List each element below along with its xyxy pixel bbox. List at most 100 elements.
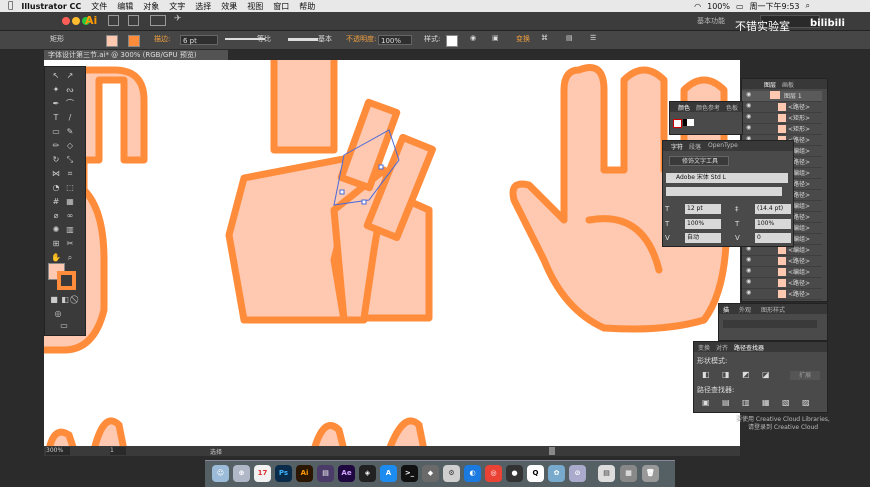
eye-icon[interactable]: ◉ xyxy=(746,91,751,98)
none-swatch[interactable] xyxy=(673,119,682,128)
style-swatch[interactable] xyxy=(446,35,458,47)
divide-icon[interactable]: ▣ xyxy=(702,398,710,407)
clock[interactable]: 周一下午9:53 xyxy=(750,1,800,12)
opacity-label[interactable]: 不透明度: xyxy=(346,34,376,44)
menu-effect[interactable]: 效果 xyxy=(221,1,237,12)
layer-row[interactable]: ◉ <矩形> xyxy=(742,124,822,135)
after-effects-icon[interactable]: Ae xyxy=(338,465,355,482)
battery-level[interactable]: 100% xyxy=(707,2,730,11)
free-transform-tool-icon[interactable]: ⌗ xyxy=(65,169,75,179)
tab-character[interactable]: 字符 xyxy=(671,142,683,151)
color-mode-icon[interactable]: ■ xyxy=(49,295,59,305)
blend-tool-icon[interactable]: ∞ xyxy=(65,211,75,221)
app-icon[interactable]: ▤ xyxy=(317,465,334,482)
finder-icon[interactable]: ☺ xyxy=(212,465,229,482)
unity-icon[interactable]: ◈ xyxy=(359,465,376,482)
menu-view[interactable]: 视图 xyxy=(247,1,263,12)
crop-icon[interactable]: ▦ xyxy=(762,398,770,407)
system-preferences-icon[interactable]: ⚙ xyxy=(443,465,460,482)
isolate-icon[interactable]: ▣ xyxy=(492,34,499,42)
layer-item-name[interactable]: <路径> xyxy=(788,278,810,287)
graph-tool-icon[interactable]: ▥ xyxy=(65,225,75,235)
screen-mode-icon[interactable]: ▭ xyxy=(59,321,69,331)
artboard-canvas[interactable] xyxy=(44,60,740,446)
outline-icon[interactable]: ▧ xyxy=(782,398,790,407)
eye-icon[interactable]: ◉ xyxy=(746,278,751,285)
exclude-icon[interactable]: ◪ xyxy=(762,370,770,379)
opacity-field[interactable]: 100% xyxy=(378,35,412,45)
layer-row[interactable]: ◉ <路径> xyxy=(742,278,822,289)
launchpad-icon[interactable]: ⊕ xyxy=(233,465,250,482)
minus-front-icon[interactable]: ◨ xyxy=(722,370,730,379)
transform-link[interactable]: 变换 xyxy=(516,34,530,44)
tab-graphic-styles[interactable]: 图形样式 xyxy=(761,305,785,314)
qq-browser-icon[interactable]: ◐ xyxy=(464,465,481,482)
layer-item-name[interactable]: <路径> xyxy=(788,289,810,298)
unity-hub-icon[interactable]: ◆ xyxy=(422,465,439,482)
eye-icon[interactable]: ◉ xyxy=(746,289,751,296)
trash-icon[interactable]: 🗑 xyxy=(642,465,659,482)
calendar-icon[interactable]: 17 xyxy=(254,465,271,482)
menu-select[interactable]: 选择 xyxy=(195,1,211,12)
document-tab[interactable]: 字体设计第三节.ai* @ 300% (RGB/GPU 预览) xyxy=(44,50,228,60)
layer-item-name[interactable]: <路径> xyxy=(788,102,810,111)
perspective-tool-icon[interactable]: ⬚ xyxy=(65,183,75,193)
trim-icon[interactable]: ▤ xyxy=(722,398,730,407)
leading-field[interactable]: (14.4 pt) xyxy=(755,204,791,214)
wifi-icon[interactable]: ◠ xyxy=(694,2,701,11)
fill-swatch[interactable] xyxy=(106,35,118,47)
font-size-field[interactable]: 12 pt xyxy=(685,204,721,214)
layer-row[interactable]: ◉ <路径> xyxy=(742,289,822,300)
none-mode-icon[interactable]: ⃠ xyxy=(71,295,81,305)
app-dark-icon[interactable]: ● xyxy=(506,465,523,482)
expand-button[interactable]: 扩展 xyxy=(790,371,820,380)
workspace-switcher[interactable]: 基本功能 xyxy=(697,16,725,26)
tab-opentype[interactable]: OpenType xyxy=(708,142,738,149)
minimize-window-button[interactable] xyxy=(72,17,80,25)
magic-wand-tool-icon[interactable]: ✦ xyxy=(51,85,61,95)
tab-color[interactable]: 颜色 xyxy=(678,103,690,112)
merge-icon[interactable]: ▥ xyxy=(742,398,750,407)
font-style-dropdown[interactable] xyxy=(666,187,782,196)
slice-tool-icon[interactable]: ✂ xyxy=(65,239,75,249)
layer-item-name[interactable]: <矩形> xyxy=(788,113,810,122)
intersect-icon[interactable]: ◩ xyxy=(742,370,750,379)
tab-appearance[interactable]: 外观 xyxy=(739,305,751,314)
white-swatch[interactable] xyxy=(687,119,694,126)
selection-tool-icon[interactable]: ↖ xyxy=(51,71,61,81)
font-family-dropdown[interactable]: Adobe 宋体 Std L xyxy=(666,173,788,183)
mesh-tool-icon[interactable]: # xyxy=(51,197,61,207)
gradient-mode-icon[interactable]: ◧ xyxy=(60,295,70,305)
brush-label[interactable]: 基本 xyxy=(318,34,332,44)
layer-row[interactable]: ◉ <编组> xyxy=(742,267,822,278)
pencil-tool-icon[interactable]: ✏ xyxy=(51,141,61,151)
unite-icon[interactable]: ◧ xyxy=(702,370,710,379)
scale-tool-icon[interactable]: ⤡ xyxy=(65,155,75,165)
rectangle-tool-icon[interactable]: ▭ xyxy=(51,127,61,137)
document-icon[interactable]: ▤ xyxy=(598,465,615,482)
downloads-icon[interactable]: ▦ xyxy=(620,465,637,482)
artboard-number-field[interactable]: 1 xyxy=(110,447,126,455)
layer-row[interactable]: ◉ <路径> xyxy=(742,102,822,113)
chrome-icon[interactable]: ◎ xyxy=(485,465,502,482)
tab-layers[interactable]: 图层 xyxy=(764,80,776,89)
menu-type[interactable]: 文字 xyxy=(169,1,185,12)
rotate-tool-icon[interactable]: ↻ xyxy=(51,155,61,165)
gradient-tool-icon[interactable]: ▦ xyxy=(65,197,75,207)
options-icon[interactable]: ☰ xyxy=(590,34,596,42)
tab-transform[interactable]: 变换 xyxy=(698,343,710,352)
status-mode[interactable]: 选择 xyxy=(210,447,222,456)
horizontal-scale-field[interactable]: 100% xyxy=(755,219,791,229)
tab-pathfinder[interactable]: 路径查找器 xyxy=(734,343,764,352)
menu-help[interactable]: 帮助 xyxy=(299,1,315,12)
menu-object[interactable]: 对象 xyxy=(143,1,159,12)
eraser-tool-icon[interactable]: ◇ xyxy=(65,141,75,151)
zoom-tool-icon[interactable]: ⌕ xyxy=(65,253,75,263)
illustrator-icon[interactable]: Ai xyxy=(296,465,313,482)
paintbrush-tool-icon[interactable]: ✎ xyxy=(65,127,75,137)
tab-swatches[interactable]: 色板 xyxy=(726,103,738,112)
layer-item-name[interactable]: <路径> xyxy=(788,256,810,265)
tab-align[interactable]: 对齐 xyxy=(716,343,728,352)
stroke-profile-label[interactable]: 等比 xyxy=(257,34,271,44)
horizontal-scroll-thumb[interactable] xyxy=(549,447,555,455)
